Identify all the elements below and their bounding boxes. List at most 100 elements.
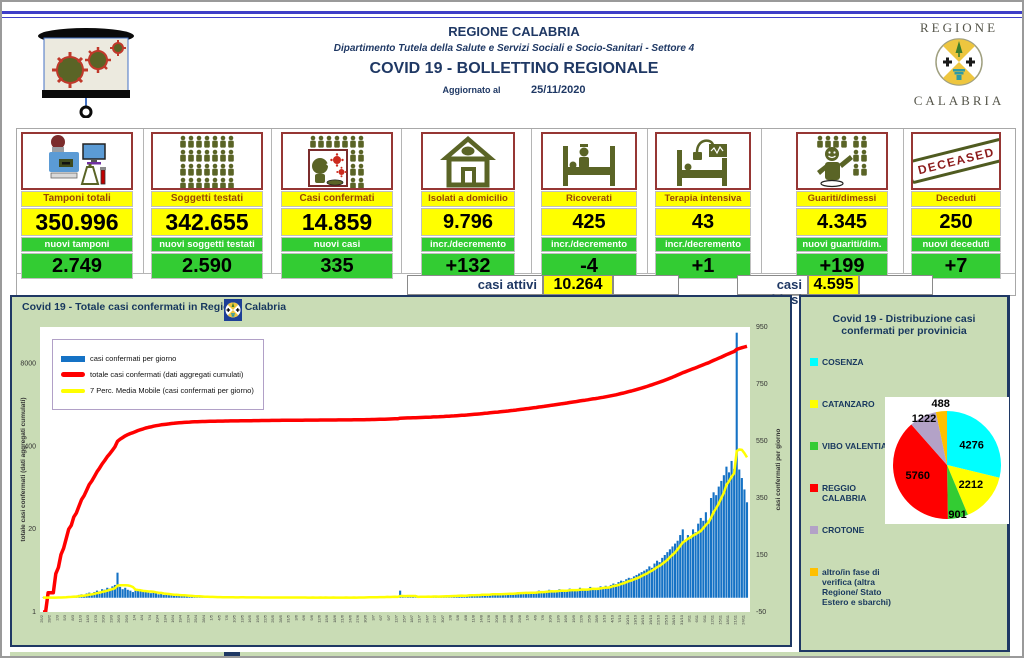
stat-value: 342.655 [151, 208, 263, 236]
casi-chiusi-label: casi chiusi [737, 275, 808, 295]
svg-text:15/7: 15/7 [401, 614, 406, 623]
svg-text:4/9: 4/9 [532, 614, 537, 620]
svg-text:5/3: 5/3 [62, 614, 67, 620]
svg-text:17/3: 17/3 [93, 614, 98, 623]
svg-text:26/3: 26/3 [116, 614, 121, 623]
header-divider [2, 11, 1022, 18]
chart-title: Covid 19 - Totale casi confermati in Reg… [22, 301, 286, 313]
svg-text:19/5: 19/5 [255, 614, 260, 623]
stat-sub-value: 335 [281, 253, 393, 279]
svg-text:12/6: 12/6 [317, 614, 322, 623]
red-swatch [810, 484, 818, 492]
svg-text:23/3: 23/3 [108, 614, 113, 623]
svg-text:11/8: 11/8 [471, 614, 476, 622]
stat-value: 425 [541, 208, 637, 236]
stat-card-terapia: Terapia intensiva 43 incr./decremento +1 [655, 132, 751, 279]
svg-text:2/8: 2/8 [448, 614, 453, 620]
amber-swatch [810, 568, 818, 576]
pie-value-label: 901 [948, 509, 966, 521]
updated-date: 25/11/2020 [531, 84, 585, 96]
svg-text:7/4: 7/4 [147, 614, 152, 620]
svg-text:24/7: 24/7 [424, 614, 429, 623]
stat-sub-label: incr./decremento [421, 237, 515, 252]
svg-text:28/5: 28/5 [278, 614, 283, 623]
svg-text:13/4: 13/4 [162, 614, 167, 623]
svg-text:1/9: 1/9 [525, 614, 530, 620]
svg-text:25/9: 25/9 [586, 614, 591, 623]
svg-text:31/10: 31/10 [679, 614, 684, 625]
stat-card-ricoverati: Ricoverati 425 incr./decremento -4 [541, 132, 637, 279]
legend-item-cumulative: totale casi confermati (dati aggregati c… [61, 370, 255, 379]
svg-text:18/11: 18/11 [725, 614, 730, 624]
stat-label: Terapia intensiva [655, 191, 751, 207]
svg-text:3/6: 3/6 [293, 614, 298, 620]
pie-value-label: 4276 [959, 440, 983, 452]
pie-value-label: 5760 [906, 470, 930, 482]
calabria-flag-icon [224, 299, 242, 321]
pie-legend-altro: altro/in fase di verifica (altra Regione… [810, 567, 900, 607]
recovered-person-icon [796, 132, 888, 190]
stat-value: 350.996 [21, 208, 133, 236]
pie-chart-box: 4276221290157601222488 [885, 397, 1009, 524]
pie-value-label: 2212 [959, 479, 983, 491]
svg-text:1: 1 [32, 609, 36, 616]
stat-sub-value: 2.590 [151, 253, 263, 279]
svg-text:350: 350 [756, 495, 768, 502]
svg-text:2/3: 2/3 [54, 614, 59, 620]
svg-text:13/5: 13/5 [239, 614, 244, 623]
logo-calabria-word: CALABRIA [905, 93, 1013, 109]
svg-text:8/3: 8/3 [70, 614, 75, 620]
svg-text:7/10: 7/10 [617, 614, 622, 623]
svg-text:22/10: 22/10 [656, 614, 661, 625]
column-divider [401, 129, 402, 273]
svg-text:31/5: 31/5 [286, 614, 291, 623]
stat-label: Soggetti testati [151, 191, 263, 207]
svg-text:8/8: 8/8 [463, 614, 468, 620]
hospital-bed-icon [541, 132, 637, 190]
svg-text:24/11: 24/11 [740, 614, 745, 624]
svg-text:10/10: 10/10 [625, 614, 630, 625]
svg-text:4/5: 4/5 [216, 614, 221, 620]
yellow-swatch [810, 400, 818, 408]
pie-chart-panel: Covid 19 - Distribuzione casi confermati… [799, 295, 1010, 652]
chart-legend: casi confermati per giorno totale casi c… [52, 339, 264, 410]
stat-card-soggetti: Soggetti testati 342.655 nuovi soggetti … [151, 132, 263, 279]
svg-text:totale casi confermati (dati a: totale casi confermati (dati aggregati c… [20, 397, 27, 541]
svg-text:19/10: 19/10 [648, 614, 653, 625]
stat-sub-label: nuovi casi [281, 237, 393, 252]
svg-text:1/4: 1/4 [132, 614, 137, 620]
svg-text:27/6: 27/6 [355, 614, 360, 623]
stat-card-deceduti: DECEASED Deceduti 250 nuovi deceduti +7 [911, 132, 1001, 279]
header: REGIONE CALABRIA Dipartimento Tutela del… [264, 24, 764, 96]
svg-text:24/6: 24/6 [347, 614, 352, 623]
svg-text:30/6: 30/6 [363, 614, 368, 623]
svg-text:25/2: 25/2 [39, 614, 44, 623]
pie-chart: 4276221290157601222488 [885, 397, 1009, 523]
stat-sub-label: nuovi deceduti [911, 237, 1001, 252]
stat-sub-label: incr./decremento [541, 237, 637, 252]
svg-text:22/9: 22/9 [579, 614, 584, 623]
svg-text:28/4: 28/4 [201, 614, 206, 623]
svg-text:17/8: 17/8 [486, 614, 491, 623]
infected-person-icon [281, 132, 393, 190]
svg-text:3/11: 3/11 [687, 614, 692, 622]
pie-value-label: 488 [932, 398, 950, 410]
red-swatch [61, 372, 85, 377]
stat-label: Isolati a domicilio [421, 191, 515, 207]
department-subtitle: Dipartimento Tutela della Salute e Servi… [264, 43, 764, 54]
page-title: REGIONE CALABRIA [264, 24, 764, 39]
svg-text:5/8: 5/8 [455, 614, 460, 620]
stat-label: Deceduti [911, 191, 1001, 207]
stat-label: Guariti/dimessi [796, 191, 888, 207]
svg-text:16/9: 16/9 [563, 614, 568, 623]
svg-text:12/11: 12/11 [710, 614, 715, 624]
stat-sub-label: nuovi tamponi [21, 237, 133, 252]
svg-text:12/7: 12/7 [394, 614, 399, 623]
svg-text:1/10: 1/10 [602, 614, 607, 623]
column-divider [647, 129, 648, 273]
covid-presentation-logo [30, 22, 142, 118]
svg-text:22/5: 22/5 [263, 614, 268, 623]
column-divider [903, 129, 904, 273]
svg-text:6/6: 6/6 [301, 614, 306, 620]
svg-text:13/10: 13/10 [633, 614, 638, 625]
